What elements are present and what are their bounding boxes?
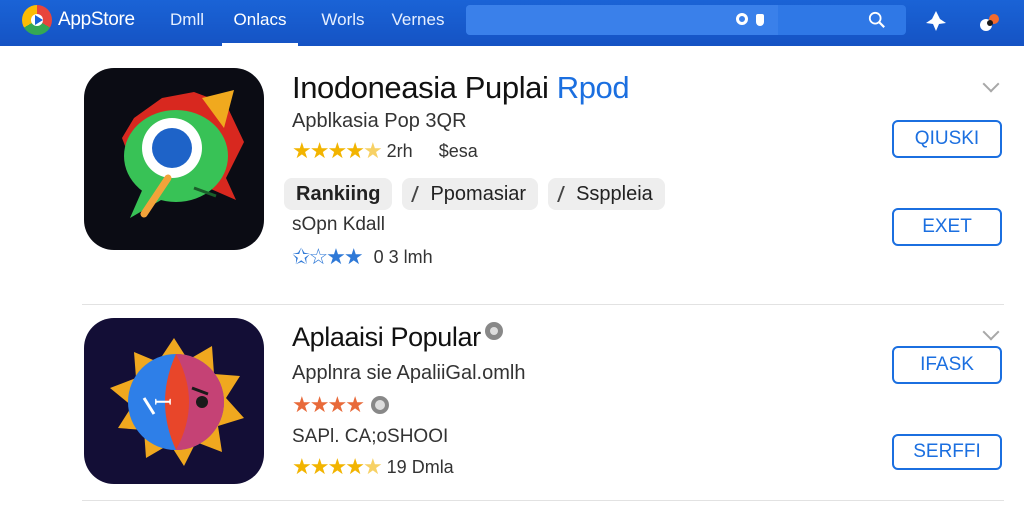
brand[interactable]: AppStore	[22, 5, 135, 35]
price-label: $esa	[438, 140, 478, 161]
tag-icon	[411, 186, 426, 202]
tab-worls[interactable]: Worls	[316, 0, 370, 46]
star-icon: ★	[327, 392, 347, 417]
microphone-icon[interactable]	[756, 14, 764, 26]
app-title-accent: Rpod	[556, 70, 630, 105]
secondary-action-button[interactable]: SERFFI	[892, 434, 1002, 470]
nav-tabs: Dmll Onlacs Worls Vernes	[160, 0, 446, 46]
app-icon-chat-search[interactable]	[84, 68, 264, 250]
chip-ranking[interactable]: Rankiing	[284, 178, 393, 210]
star-icon: ★	[309, 392, 330, 417]
tag-icon	[557, 186, 571, 202]
divider	[82, 304, 1004, 305]
search-icon[interactable]	[868, 11, 886, 29]
svg-text:ꟷ: ꟷ	[154, 391, 172, 416]
half-star-icon: ★	[362, 138, 383, 163]
app-list-item[interactable]: Inodoneasia Puplai Rpod Apblkasia Pop 3Q…	[0, 48, 1024, 304]
primary-action-button[interactable]: IFASK	[892, 346, 1002, 384]
star-icon: ★	[292, 138, 312, 163]
tab-onlacs[interactable]: Onlacs	[222, 0, 298, 46]
half-star-icon: ★	[362, 454, 383, 479]
info-line: SAPl. CA;oSHOOI	[292, 426, 449, 447]
app-title-text: Aplaaisi Popular	[292, 322, 481, 352]
chevron-down-icon[interactable]	[982, 75, 1000, 93]
rocket-icon[interactable]	[924, 9, 948, 33]
appstore-logo-icon	[22, 5, 52, 35]
app-title[interactable]: Aplaaisi Popular	[292, 322, 503, 353]
search-input[interactable]	[474, 9, 724, 31]
star-outline-icon: ✩	[292, 244, 310, 269]
chip-promotion[interactable]: Ppomasiar	[402, 178, 539, 210]
star-rating: ★ ★ ★ ★	[292, 394, 391, 416]
verified-badge-icon	[484, 322, 503, 340]
brand-name: AppStore	[58, 9, 135, 30]
star-icon: ★	[343, 244, 364, 269]
tab-dmll[interactable]: Dmll	[160, 0, 214, 46]
secondary-rating-meta: 0 3 lmh	[373, 246, 433, 267]
chip-supplier[interactable]: Ssppleia	[548, 178, 665, 210]
star-rating: ★ ★ ★ ★ ★ 2rh $esa	[292, 140, 478, 162]
chip-label: Ppomasiar	[430, 183, 527, 205]
secondary-rating: ★ ★ ★ ★ ★ 19 Dmla	[292, 456, 454, 478]
top-navigation-bar: AppStore Dmll Onlacs Worls Vernes	[0, 0, 1024, 46]
star-outline-icon: ☆	[308, 244, 328, 269]
rating-count: 2rh	[386, 140, 413, 161]
divider	[82, 500, 1004, 501]
secondary-rating: ✩ ☆ ★ ★ 0 3 lmh	[292, 246, 433, 268]
info-line: sOpn Kdall	[292, 214, 385, 235]
app-subtitle: Apblkasia Pop 3QR	[292, 110, 467, 132]
star-icon: ★	[345, 454, 365, 479]
exit-button[interactable]: EXET	[892, 208, 1002, 246]
star-icon: ★	[327, 138, 347, 163]
account-avatar-icon[interactable]	[977, 9, 1003, 35]
star-icon: ★	[309, 138, 330, 163]
app-subtitle: Applnra sie ApaliiGal.omlh	[292, 362, 526, 384]
category-chips: Rankiing Ppomasiar Ssppleia	[284, 178, 675, 210]
star-icon: ★	[327, 454, 347, 479]
lens-icon[interactable]	[736, 13, 748, 25]
secondary-rating-meta: 19 Dmla	[386, 456, 454, 477]
app-icon-spiky-ball[interactable]: ꟷ	[84, 318, 264, 484]
clock-icon	[370, 396, 389, 414]
star-icon: ★	[345, 138, 365, 163]
star-icon: ★	[345, 392, 365, 417]
star-icon: ★	[326, 244, 346, 269]
search-bar	[466, 5, 906, 35]
star-icon: ★	[309, 454, 330, 479]
app-title[interactable]: Inodoneasia Puplai Rpod	[292, 70, 630, 106]
star-icon: ★	[292, 454, 312, 479]
chevron-down-icon[interactable]	[982, 323, 1000, 341]
primary-action-button[interactable]: QIUSKI	[892, 120, 1002, 158]
app-title-text: Inodoneasia Puplai	[292, 70, 549, 105]
star-icon: ★	[292, 392, 312, 417]
app-list-item[interactable]: ꟷ Aplaaisi Popular Applnra sie ApaliiGal…	[0, 306, 1024, 500]
tab-vernes[interactable]: Vernes	[390, 0, 446, 46]
chip-label: Ssppleia	[576, 183, 653, 205]
